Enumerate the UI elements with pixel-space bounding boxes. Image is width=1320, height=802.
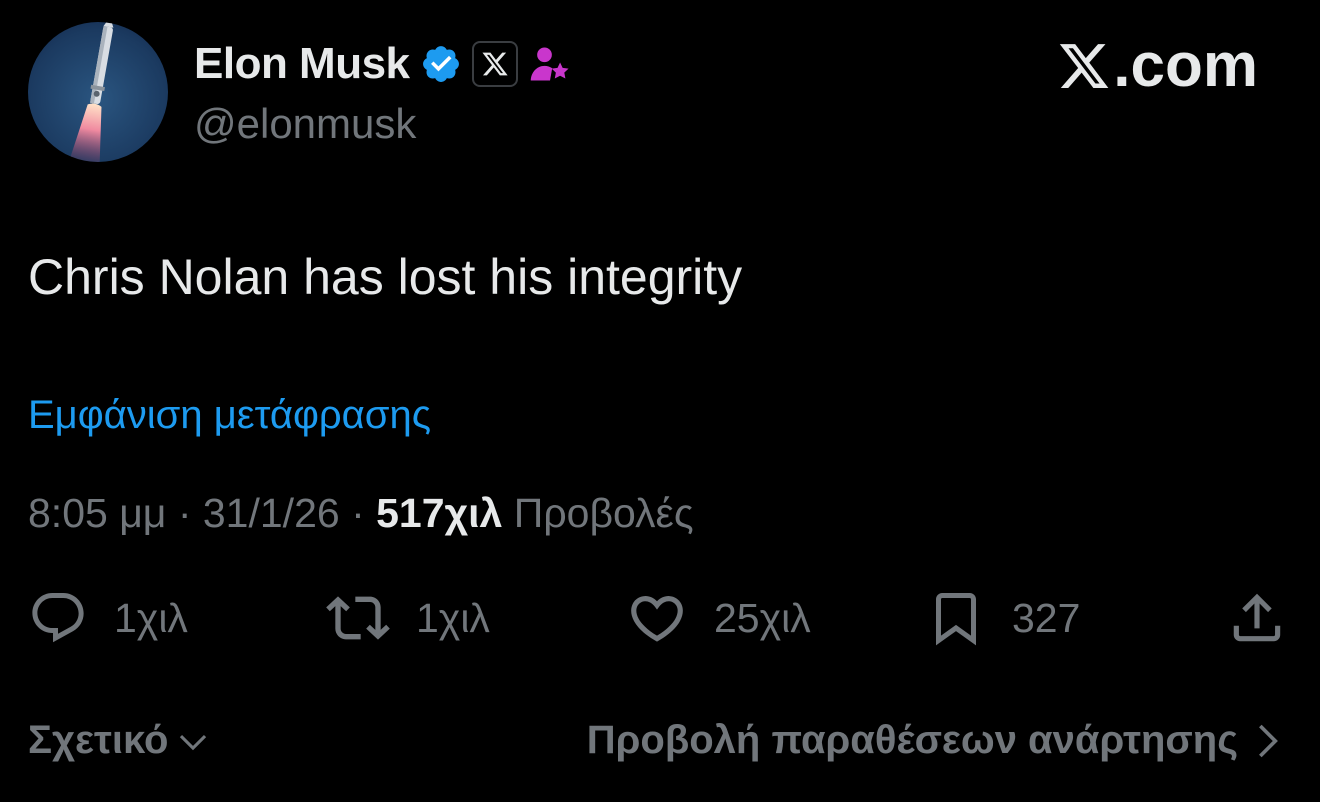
heart-icon bbox=[631, 596, 683, 642]
chevron-down-icon bbox=[180, 734, 207, 750]
x-affiliate-badge-icon[interactable] bbox=[471, 41, 518, 87]
show-translation-link[interactable]: Εμφάνιση μετάφρασης bbox=[28, 393, 431, 438]
reply-count: 1χιλ bbox=[114, 594, 188, 641]
author-name-row: Elon Musk bbox=[194, 38, 572, 90]
verified-badge-icon[interactable] bbox=[420, 43, 462, 85]
action-bar: 1χιλ 1χιλ 25χιλ 327 bbox=[0, 585, 1320, 651]
reply-icon bbox=[32, 593, 84, 643]
avatar[interactable] bbox=[28, 22, 168, 162]
repost-icon bbox=[326, 596, 390, 640]
repost-count: 1χιλ bbox=[416, 594, 490, 641]
views-label: Προβολές bbox=[502, 490, 694, 536]
subscriber-star-badge-icon[interactable] bbox=[528, 42, 572, 86]
x-logo-icon bbox=[1057, 39, 1111, 93]
post-time[interactable]: 8:05 μμ bbox=[28, 490, 166, 536]
post-text: Chris Nolan has lost his integrity bbox=[28, 249, 743, 305]
share-icon bbox=[1233, 593, 1281, 642]
bookmark-button[interactable]: 327 bbox=[926, 585, 1080, 651]
site-watermark-text: .com bbox=[1113, 31, 1258, 100]
views-count[interactable]: 517χιλ bbox=[376, 490, 502, 536]
view-quotes-label: Προβολή παραθέσεων ανάρτησης bbox=[586, 718, 1238, 762]
bookmark-count: 327 bbox=[1012, 594, 1081, 641]
related-toggle[interactable]: Σχετικό bbox=[28, 718, 210, 763]
view-quotes-link[interactable]: Προβολή παραθέσεων ανάρτησης bbox=[587, 718, 1282, 763]
related-label: Σχετικό bbox=[28, 718, 169, 762]
post-date[interactable]: 31/1/26 bbox=[203, 490, 340, 536]
like-count: 25χιλ bbox=[714, 594, 811, 641]
author-display-name[interactable]: Elon Musk bbox=[194, 39, 410, 89]
share-button[interactable] bbox=[1226, 585, 1288, 651]
site-watermark: .com bbox=[1057, 30, 1258, 101]
like-button[interactable]: 25χιλ bbox=[626, 585, 811, 651]
rocket-launch-avatar bbox=[28, 22, 168, 162]
reply-button[interactable]: 1χιλ bbox=[28, 585, 188, 651]
meta-separator: · bbox=[166, 490, 203, 536]
meta-separator: · bbox=[339, 490, 377, 536]
author-handle[interactable]: @elonmusk bbox=[194, 100, 416, 148]
repost-button[interactable]: 1χιλ bbox=[326, 585, 490, 651]
post-meta: 8:05 μμ · 31/1/26 · 517χιλ Προβολές bbox=[28, 490, 694, 537]
chevron-right-icon bbox=[1259, 724, 1278, 757]
bookmark-icon bbox=[936, 593, 976, 646]
